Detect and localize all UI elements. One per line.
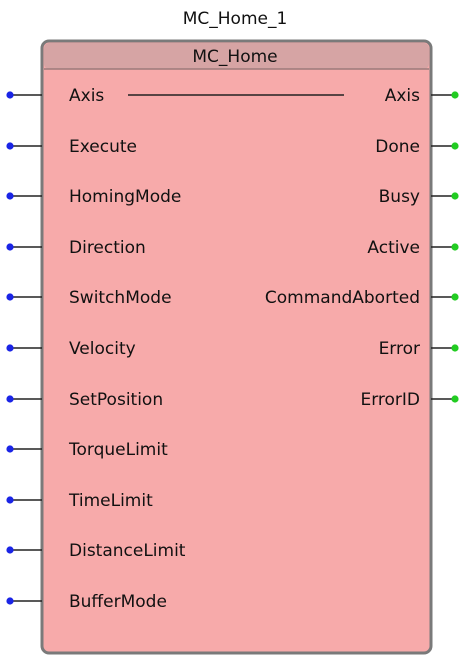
output-pin-label: ErrorID	[360, 390, 420, 410]
input-pin[interactable]: TorqueLimit	[6, 440, 168, 460]
output-pin-label: Done	[375, 137, 420, 157]
input-connector-dot[interactable]	[6, 91, 14, 99]
input-pin[interactable]: Velocity	[6, 339, 136, 359]
input-connector-dot[interactable]	[6, 496, 14, 504]
input-connector-dot[interactable]	[6, 445, 14, 453]
function-block-diagram: MC_Home_1 MC_Home Axis Execute HomingMode D…	[6, 9, 459, 655]
output-pin[interactable]: ErrorID	[360, 390, 459, 410]
input-connector-dot[interactable]	[6, 597, 14, 605]
input-connector-dot[interactable]	[6, 192, 14, 200]
input-pin-label: HomingMode	[69, 187, 181, 207]
input-pin[interactable]: SwitchMode	[6, 288, 172, 308]
input-connector-dot[interactable]	[6, 293, 14, 301]
output-pin-label: Error	[379, 339, 420, 359]
input-connector-dot[interactable]	[6, 546, 14, 554]
input-pin-label: Axis	[69, 86, 104, 106]
output-pin-label: Axis	[385, 86, 420, 106]
output-connector-dot[interactable]	[451, 395, 459, 403]
output-connector-dot[interactable]	[451, 243, 459, 251]
input-pin-label: TimeLimit	[68, 491, 153, 511]
output-connector-dot[interactable]	[451, 192, 459, 200]
block-type-name: MC_Home	[192, 47, 277, 67]
input-pin[interactable]: Direction	[6, 238, 146, 258]
input-pin-label: SwitchMode	[69, 288, 172, 308]
input-pin-label: BufferMode	[69, 592, 167, 612]
input-pin-label: Direction	[69, 238, 146, 258]
output-connector-dot[interactable]	[451, 293, 459, 301]
output-pin[interactable]: Busy	[379, 187, 459, 207]
output-pin-label: CommandAborted	[265, 288, 420, 308]
input-connector-dot[interactable]	[6, 243, 14, 251]
output-pin-label: Busy	[379, 187, 420, 207]
instance-name: MC_Home_1	[183, 9, 288, 29]
input-pin-label: Velocity	[69, 339, 136, 359]
input-connector-dot[interactable]	[6, 142, 14, 150]
input-pin-label: SetPosition	[69, 390, 163, 410]
input-pin[interactable]: TimeLimit	[6, 491, 153, 511]
input-pin-label: Execute	[69, 137, 137, 157]
input-pin-label: TorqueLimit	[68, 440, 168, 460]
output-pin[interactable]: Done	[375, 137, 459, 157]
input-pin-label: DistanceLimit	[69, 541, 186, 561]
input-connector-dot[interactable]	[6, 344, 14, 352]
input-pin[interactable]: BufferMode	[6, 592, 167, 612]
output-connector-dot[interactable]	[451, 91, 459, 99]
input-pin[interactable]: Execute	[6, 137, 137, 157]
input-pin[interactable]: DistanceLimit	[6, 541, 186, 561]
input-pin[interactable]: HomingMode	[6, 187, 181, 207]
output-pin-label: Active	[367, 238, 420, 258]
output-pin[interactable]: Error	[379, 339, 459, 359]
input-pin[interactable]: SetPosition	[6, 390, 163, 410]
output-pin[interactable]: Active	[367, 238, 459, 258]
input-connector-dot[interactable]	[6, 395, 14, 403]
output-connector-dot[interactable]	[451, 344, 459, 352]
output-connector-dot[interactable]	[451, 142, 459, 150]
